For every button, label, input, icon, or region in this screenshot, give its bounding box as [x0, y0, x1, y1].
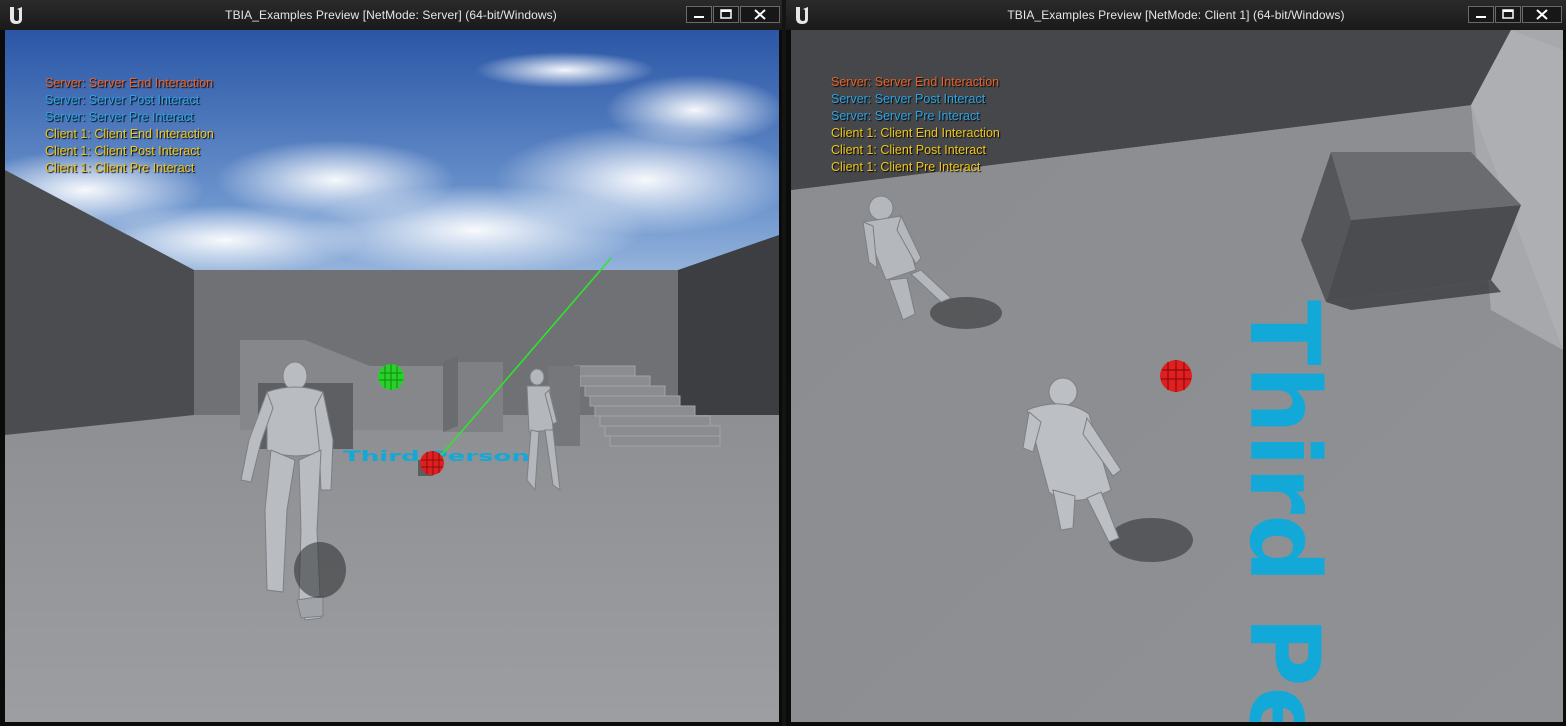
minimize-icon	[694, 16, 704, 18]
log-line: Client 1: Client Post Interact	[45, 144, 200, 158]
server-window-title: TBIA_Examples Preview [NetMode: Server] …	[225, 8, 557, 22]
client-minimize-button[interactable]	[1468, 6, 1494, 23]
log-line: Server: Server End Interaction	[831, 75, 1000, 89]
log-line: Client 1: Client Post Interact	[831, 143, 986, 157]
log-line: Server: Server Post Interact	[831, 92, 986, 106]
log-line: Server: Server Pre Interact	[831, 109, 980, 123]
log-line: Client 1: Client End Interaction	[831, 126, 1000, 140]
server-close-button[interactable]	[740, 6, 780, 23]
cube	[1301, 152, 1521, 310]
server-title-bar[interactable]: TBIA_Examples Preview [NetMode: Server] …	[0, 0, 782, 30]
log-line: Client 1: Client Pre Interact	[45, 161, 195, 175]
minimize-icon	[1476, 16, 1486, 18]
svg-text:Third Pe: Third Pe	[1228, 300, 1340, 722]
server-debug-log: Server: Server End Interaction Server: S…	[45, 75, 214, 177]
block-mid-side	[443, 356, 458, 432]
client-maximize-button[interactable]	[1495, 6, 1521, 23]
client-title-bar[interactable]: TBIA_Examples Preview [NetMode: Client 1…	[786, 0, 1566, 30]
server-minimize-button[interactable]	[686, 6, 712, 23]
client-debug-log: Server: Server End Interaction Server: S…	[831, 74, 1000, 176]
character-shadow	[1109, 518, 1193, 562]
close-icon	[1536, 9, 1548, 20]
client-game-viewport[interactable]: Third Pe Server: Server End Interaction …	[791, 30, 1563, 722]
player-shadow	[294, 542, 346, 598]
interact-sphere-red	[420, 451, 444, 475]
interact-sphere-green	[378, 364, 404, 390]
interact-sphere-red	[1160, 360, 1192, 392]
client-window-controls	[1468, 6, 1562, 23]
client-preview-window[interactable]: TBIA_Examples Preview [NetMode: Client 1…	[786, 0, 1566, 726]
client-window-title: TBIA_Examples Preview [NetMode: Client 1…	[1007, 8, 1345, 22]
log-line: Server: Server Post Interact	[45, 93, 200, 107]
log-line: Client 1: Client End Interaction	[45, 127, 214, 141]
server-window-controls	[686, 6, 780, 23]
client-close-button[interactable]	[1522, 6, 1562, 23]
maximize-icon	[720, 9, 732, 19]
log-line: Server: Server End Interaction	[45, 76, 214, 90]
close-icon	[754, 9, 766, 20]
floor-text-third-pe: Third Pe	[1228, 300, 1340, 722]
maximize-icon	[1502, 9, 1514, 19]
server-preview-window[interactable]: TBIA_Examples Preview [NetMode: Server] …	[0, 0, 782, 726]
log-line: Client 1: Client Pre Interact	[831, 160, 981, 174]
server-game-viewport[interactable]: Third Person Server: Server End Interact…	[5, 30, 779, 722]
server-maximize-button[interactable]	[713, 6, 739, 23]
log-line: Server: Server Pre Interact	[45, 110, 194, 124]
